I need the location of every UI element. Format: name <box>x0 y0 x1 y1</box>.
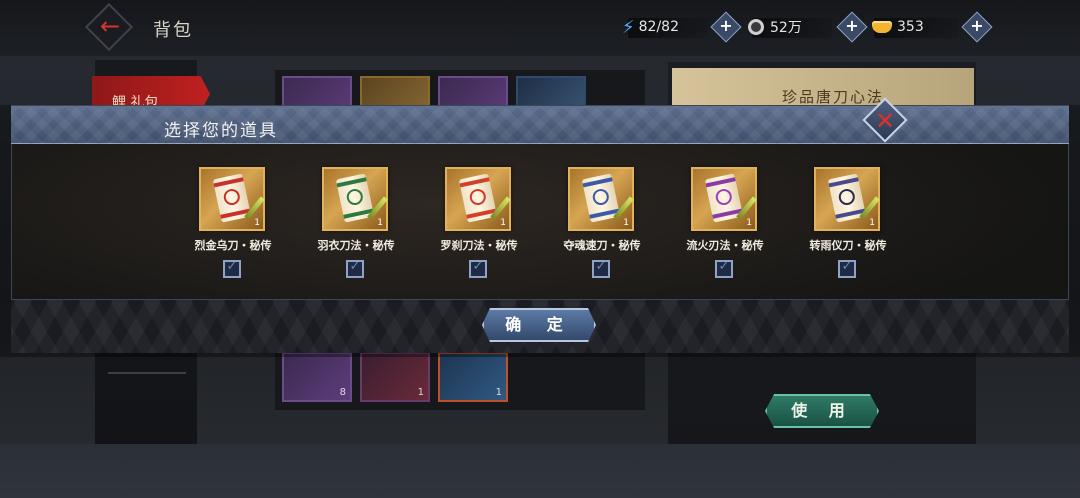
item-quantity: 1 <box>377 218 383 228</box>
slot-count: 1 <box>417 387 424 398</box>
slot-count: 8 <box>339 387 346 398</box>
item-checkbox[interactable]: ✓ <box>592 259 610 278</box>
item-checkbox[interactable]: ✓ <box>715 259 733 278</box>
item-name: 流火刃法・秘传 <box>686 239 764 252</box>
item-quantity: 1 <box>746 218 752 228</box>
scroll-emblem <box>837 187 857 207</box>
item-checkbox[interactable]: ✓ <box>223 259 241 278</box>
inventory-slot[interactable]: 1 <box>360 352 430 402</box>
plus-icon[interactable]: + <box>841 14 863 38</box>
energy-value: 82/82 <box>638 19 679 35</box>
energy-counter: ⚡ 82/82 <box>622 14 679 40</box>
item-choice[interactable]: 1 流火刃法・秘传 ✓ <box>687 167 764 278</box>
gold-counter: 353 <box>872 14 924 40</box>
scroll-band <box>336 177 367 188</box>
close-icon[interactable]: ✕ <box>869 104 901 138</box>
scroll-item-icon[interactable]: 1 <box>445 167 511 231</box>
item-name: 罗刹刀法・秘传 <box>440 239 518 252</box>
item-quantity: 1 <box>869 218 875 228</box>
scroll-emblem <box>591 187 611 207</box>
check-icon: ✓ <box>472 259 484 274</box>
coin-icon <box>748 19 764 35</box>
divider <box>108 372 186 374</box>
left-arrow-icon[interactable]: ← <box>96 11 124 41</box>
scroll-emblem <box>345 187 365 207</box>
use-button-label[interactable]: 使 用 <box>765 394 879 428</box>
ingot-icon <box>872 21 892 33</box>
bottom-strip <box>0 444 1080 498</box>
check-icon: ✓ <box>718 259 730 274</box>
item-name: 夺魂速刀・秘传 <box>563 239 641 252</box>
scroll-item-icon[interactable]: 1 <box>199 167 265 231</box>
check-icon: ✓ <box>595 259 607 274</box>
item-choice[interactable]: 1 羽衣刀法・秘传 ✓ <box>318 167 395 278</box>
check-icon: ✓ <box>841 259 853 274</box>
item-choice[interactable]: 1 罗刹刀法・秘传 ✓ <box>441 167 518 278</box>
item-choice[interactable]: 1 烈金乌刀・秘传 ✓ <box>195 167 272 278</box>
check-icon: ✓ <box>226 259 238 274</box>
slot-count: 1 <box>495 387 502 398</box>
check-icon: ✓ <box>349 259 361 274</box>
item-choice[interactable]: 1 转雨仪刀・秘传 ✓ <box>810 167 887 278</box>
item-checkbox[interactable]: ✓ <box>838 259 856 278</box>
scroll-item-icon[interactable]: 1 <box>568 167 634 231</box>
scroll-emblem <box>714 187 734 207</box>
scroll-emblem <box>468 187 488 207</box>
scroll-band <box>705 177 736 188</box>
page-title: 背包 <box>153 20 193 41</box>
item-quantity: 1 <box>623 218 629 228</box>
scroll-item-icon[interactable]: 1 <box>322 167 388 231</box>
gold-value: 353 <box>897 19 924 35</box>
scroll-band <box>828 177 859 188</box>
item-quantity: 1 <box>500 218 506 228</box>
scroll-band <box>582 177 613 188</box>
item-checkbox[interactable]: ✓ <box>346 259 364 278</box>
dialog-title: 选择您的道具 <box>164 121 278 141</box>
confirm-button-label[interactable]: 确 定 <box>482 308 596 342</box>
scroll-emblem <box>222 187 242 207</box>
item-name: 烈金乌刀・秘传 <box>194 239 272 252</box>
plus-icon[interactable]: + <box>966 14 988 38</box>
item-name: 转雨仪刀・秘传 <box>809 239 887 252</box>
silver-counter: 52万 <box>748 14 802 40</box>
plus-icon[interactable]: + <box>715 14 737 38</box>
scroll-band <box>459 177 490 188</box>
item-choice[interactable]: 1 夺魂速刀・秘传 ✓ <box>564 167 641 278</box>
scroll-band <box>213 177 244 188</box>
inventory-slot-selected[interactable]: 1 <box>438 352 508 402</box>
item-checkbox[interactable]: ✓ <box>469 259 487 278</box>
silver-value: 52万 <box>770 20 802 36</box>
scroll-item-icon[interactable]: 1 <box>814 167 880 231</box>
inventory-slot[interactable]: 8 <box>282 352 352 402</box>
item-quantity: 1 <box>254 218 260 228</box>
lightning-icon: ⚡ <box>622 16 635 38</box>
item-name: 羽衣刀法・秘传 <box>317 239 395 252</box>
scroll-item-icon[interactable]: 1 <box>691 167 757 231</box>
